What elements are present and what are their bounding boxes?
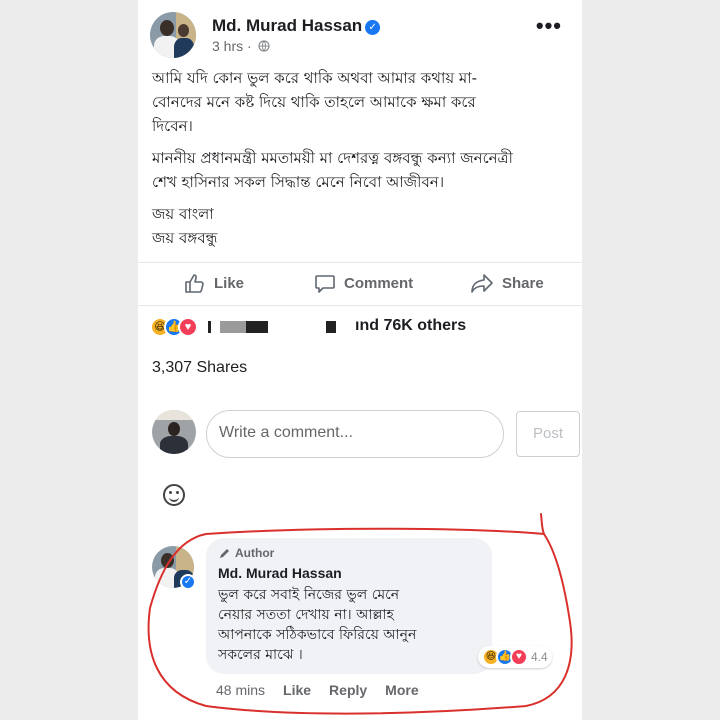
redacted-name <box>326 321 336 333</box>
post-comment-button[interactable]: Post <box>516 411 580 457</box>
comment-meta: 48 mins Like Reply More <box>216 682 419 698</box>
comment-reaction-count: 4.4 <box>531 650 548 664</box>
comment-like-link[interactable]: Like <box>283 682 311 698</box>
comment-text: ভুল করে সবাই নিজের ভুল মেনে নেয়ার সততা দ… <box>218 585 468 665</box>
redacted-name <box>220 321 246 333</box>
like-button[interactable]: Like <box>184 272 244 294</box>
author-name-text[interactable]: Md. Murad Hassan <box>212 16 362 35</box>
left-backdrop <box>0 0 138 720</box>
love-reaction-icon: ♥ <box>510 648 528 666</box>
verified-badge-icon: ✓ <box>365 20 381 35</box>
post-header: Md. Murad Hassan ✓ 3 hrs · ••• <box>150 12 570 58</box>
facebook-post-card: Md. Murad Hassan ✓ 3 hrs · ••• আমি যদি কো… <box>138 0 582 720</box>
more-options-icon[interactable]: ••• <box>536 15 562 37</box>
post-text-line: শেখ হাসিনার সকল সিদ্ধান্ত মেনে নিবো আজীব… <box>152 173 445 191</box>
comment-more-link[interactable]: More <box>385 682 418 698</box>
shares-count[interactable]: 3,307 Shares <box>152 359 247 377</box>
post-text-line: বোনদের মনে কষ্ট দিয়ে থাকি তাহলে আমাকে ক… <box>152 93 476 111</box>
verified-badge-icon: ✓ <box>180 574 196 590</box>
post-paragraph: মাননীয় প্রধানমন্ত্রী মমতাময়ী মা দেশরত্… <box>152 146 560 194</box>
reaction-count-text: ınd 76K others <box>355 317 467 334</box>
post-text-line: দিবেন। <box>152 117 193 135</box>
viewer-avatar <box>152 410 196 454</box>
post-text-line: মাননীয় প্রধানমন্ত্রী মমতাময়ী মা দেশরত্… <box>152 149 513 167</box>
action-bar: Like Comment Share <box>138 264 582 304</box>
post-text-line: আমি যদি কোন ভুল করে থাকি অথবা আমার কথায়… <box>152 69 478 87</box>
comment-button[interactable]: Comment <box>314 272 413 294</box>
post-text-line: জয় বঙ্গবন্ধু <box>152 229 218 247</box>
love-reaction-icon: ♥ <box>178 317 198 337</box>
divider <box>138 262 582 263</box>
post-paragraph: আমি যদি কোন ভুল করে থাকি অথবা আমার কথায়… <box>152 66 560 138</box>
reactions-summary[interactable]: 😆 👍 ♥ ınd 76K others <box>150 314 570 340</box>
post-paragraph: জয় বাংলা জয় বঙ্গবন্ধু <box>152 202 560 250</box>
post-time-text[interactable]: 3 hrs · <box>212 38 252 54</box>
author-badge: Author <box>218 546 480 560</box>
comment-label: Comment <box>344 274 414 292</box>
comment-text-line: নেয়ার সততা দেখায় না। আল্লাহ <box>218 607 394 623</box>
post-timestamp[interactable]: 3 hrs · <box>212 38 270 54</box>
emoji-smiley-icon[interactable] <box>163 484 185 506</box>
redacted-name <box>208 321 211 333</box>
thumbs-up-icon <box>185 274 204 293</box>
share-button[interactable]: Share <box>470 272 544 294</box>
redacted-name <box>246 321 268 333</box>
comment-reply-link[interactable]: Reply <box>329 682 367 698</box>
comment-text-line: আপনাকে সঠিকভাবে ফিরিয়ে আনুন <box>218 627 417 643</box>
author-name[interactable]: Md. Murad Hassan ✓ <box>212 16 381 36</box>
commenter-name[interactable]: Md. Murad Hassan <box>218 565 480 581</box>
comment-input[interactable]: Write a comment... <box>206 410 504 458</box>
author-comment: ✓ Author Md. Murad Hassan ভুল করে সবাই ন… <box>150 538 570 708</box>
comment-bubble-icon <box>315 275 335 293</box>
comment-time[interactable]: 48 mins <box>216 682 265 698</box>
like-label: Like <box>214 274 245 292</box>
comment-composer: Write a comment... Post <box>150 410 580 460</box>
author-avatar[interactable] <box>150 12 196 58</box>
globe-icon <box>257 40 270 52</box>
post-text-line: জয় বাংলা <box>152 205 214 223</box>
author-badge-label: Author <box>235 546 275 560</box>
right-backdrop <box>582 0 720 720</box>
comment-text-line: সকলের মাঝে । <box>218 647 303 663</box>
comment-bubble: Author Md. Murad Hassan ভুল করে সবাই নিজ… <box>206 538 492 674</box>
comment-reactions[interactable]: 😆 👍 ♥ 4.4 <box>478 646 552 668</box>
share-label: Share <box>502 274 544 292</box>
share-arrow-icon <box>471 274 493 293</box>
post-body: আমি যদি কোন ভুল করে থাকি অথবা আমার কথায়… <box>152 66 560 258</box>
comment-text-line: ভুল করে সবাই নিজের ভুল মেনে <box>218 587 400 603</box>
divider <box>138 305 582 306</box>
pencil-icon <box>220 548 229 558</box>
